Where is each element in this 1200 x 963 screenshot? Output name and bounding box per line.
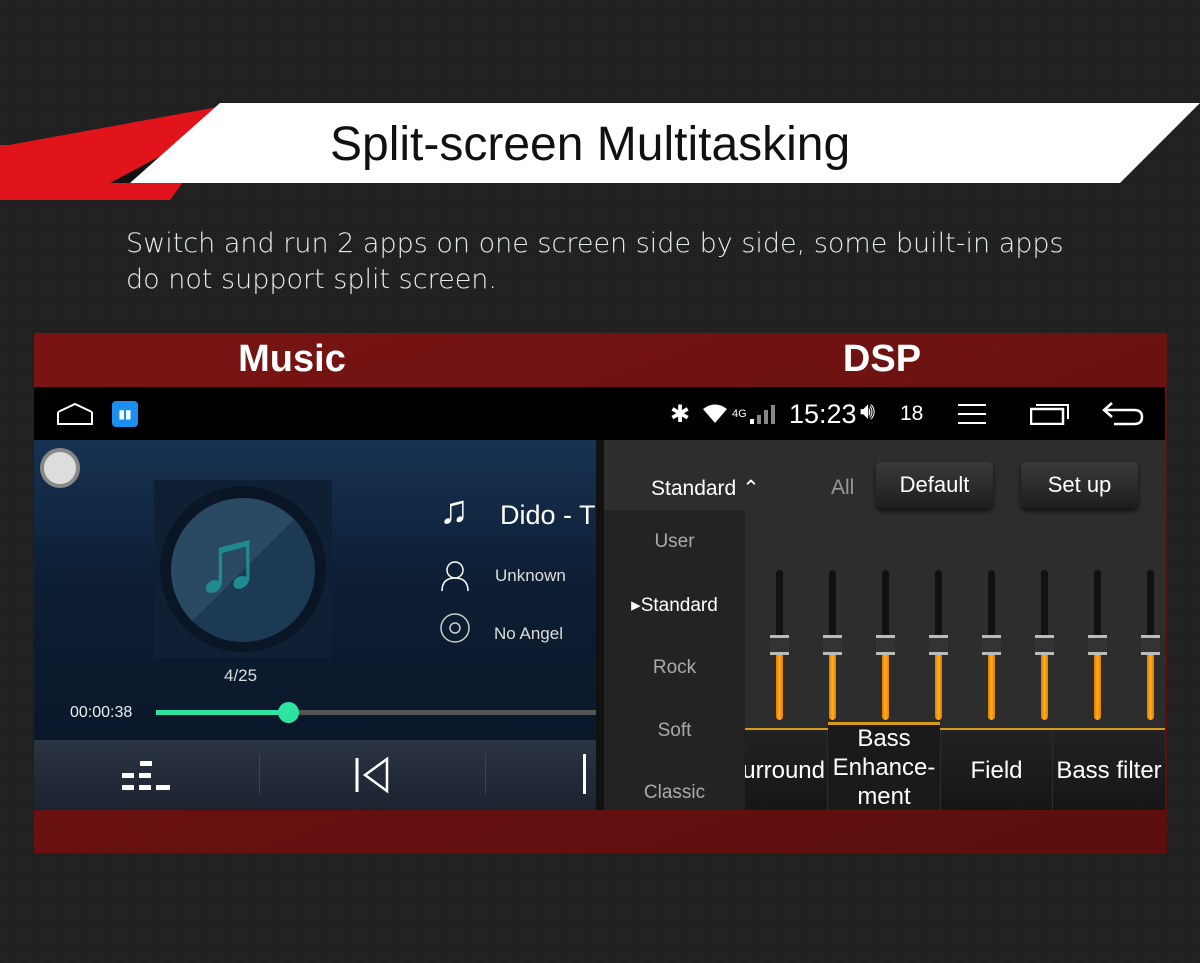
- preset-dropdown-menu: User ▸Standard Rock Soft Classic: [604, 510, 745, 810]
- artist-icon: [441, 561, 469, 592]
- dsp-app: Standard ⌃ All Default Set up Surround Ba…: [604, 440, 1165, 810]
- recent-apps-icon[interactable]: [1030, 403, 1070, 425]
- floating-assist-button[interactable]: [40, 448, 80, 488]
- slider-fill: [1041, 645, 1048, 720]
- eq-slider[interactable]: [1035, 570, 1054, 720]
- eq-slider[interactable]: [770, 570, 789, 720]
- head-unit-screen: ▮▮ ✱ 4G 15:23 🔊︎ 18 ♫ ♫ Dido - T Unknown…: [34, 387, 1165, 810]
- back-icon[interactable]: [1102, 401, 1144, 427]
- music-app: ♫ ♫ Dido - T Unknown No Angel 4/25 00:00…: [34, 440, 596, 810]
- preset-option[interactable]: Rock: [604, 657, 745, 679]
- clock: 15:23: [789, 399, 857, 429]
- slider-fill: [988, 645, 995, 720]
- volume-level: 18: [900, 402, 924, 425]
- equalizer-app-icon[interactable]: ▮▮: [112, 401, 138, 427]
- preset-dropdown[interactable]: Standard ⌃: [651, 476, 760, 501]
- slider-knob[interactable]: [1088, 635, 1107, 655]
- volume-icon[interactable]: 🔊︎: [860, 398, 875, 426]
- music-note-icon: ♫: [194, 511, 262, 611]
- preset-option[interactable]: Classic: [604, 782, 745, 804]
- playback-controls: [34, 740, 596, 810]
- slider-fill: [935, 645, 942, 720]
- equalizer-list-icon[interactable]: [122, 760, 172, 792]
- play-pause-icon[interactable]: [583, 754, 586, 794]
- preset-selected: Standard: [651, 477, 737, 500]
- preset-option[interactable]: Soft: [604, 720, 745, 742]
- dsp-tab[interactable]: Bass Enhance-ment: [828, 722, 940, 810]
- eq-slider[interactable]: [1088, 570, 1107, 720]
- slider-knob[interactable]: [823, 635, 842, 655]
- split-divider[interactable]: [596, 440, 604, 810]
- song-icon: ♫: [439, 488, 469, 532]
- slider-knob[interactable]: [1035, 635, 1054, 655]
- slider-knob[interactable]: [770, 635, 789, 655]
- preset-option-selected[interactable]: ▸Standard: [604, 594, 745, 617]
- preset-option[interactable]: User: [604, 531, 745, 553]
- menu-icon[interactable]: [958, 403, 986, 425]
- slider-fill: [882, 645, 889, 720]
- slider-knob[interactable]: [982, 635, 1001, 655]
- wifi-icon: [703, 404, 727, 423]
- dsp-label: DSP: [842, 338, 922, 380]
- song-title: Dido - T: [500, 500, 596, 530]
- track-index: 4/25: [224, 666, 258, 685]
- progress-thumb[interactable]: [278, 702, 299, 723]
- music-label: Music: [238, 338, 346, 380]
- banner-title: Split-screen Multitasking: [130, 103, 1200, 183]
- elapsed-time: 00:00:38: [70, 704, 133, 721]
- album-icon: [440, 613, 470, 643]
- slider-knob[interactable]: [1141, 635, 1160, 655]
- home-icon[interactable]: [56, 402, 94, 426]
- progress-fill: [156, 710, 288, 715]
- slider-knob[interactable]: [876, 635, 895, 655]
- signal-icon: [750, 405, 775, 424]
- dsp-tab[interactable]: Field: [941, 730, 1052, 810]
- eq-slider[interactable]: [876, 570, 895, 720]
- eq-slider[interactable]: [982, 570, 1001, 720]
- eq-slider[interactable]: [823, 570, 842, 720]
- network-type: 4G: [732, 408, 747, 420]
- eq-slider[interactable]: [929, 570, 948, 720]
- slider-knob[interactable]: [929, 635, 948, 655]
- eq-slider[interactable]: [1141, 570, 1160, 720]
- album-name: No Angel: [494, 624, 563, 643]
- slider-fill: [776, 645, 783, 720]
- artist-name: Unknown: [495, 566, 566, 585]
- previous-icon[interactable]: [354, 756, 392, 794]
- default-button[interactable]: Default: [876, 462, 993, 508]
- slider-fill: [1147, 645, 1154, 720]
- slider-fill: [1094, 645, 1101, 720]
- all-button[interactable]: All: [831, 476, 854, 500]
- dsp-tab[interactable]: Bass filter: [1053, 730, 1165, 810]
- title-text: Split-screen Multitasking: [330, 118, 851, 171]
- bluetooth-icon: ✱: [670, 401, 691, 428]
- setup-button[interactable]: Set up: [1021, 462, 1138, 508]
- status-bar: ▮▮ ✱ 4G 15:23 🔊︎ 18: [34, 387, 1165, 440]
- subtitle: Switch and run 2 apps on one screen side…: [126, 228, 1064, 295]
- slider-fill: [829, 645, 836, 720]
- album-art: ♫: [154, 480, 332, 658]
- progress-bar[interactable]: [156, 702, 596, 723]
